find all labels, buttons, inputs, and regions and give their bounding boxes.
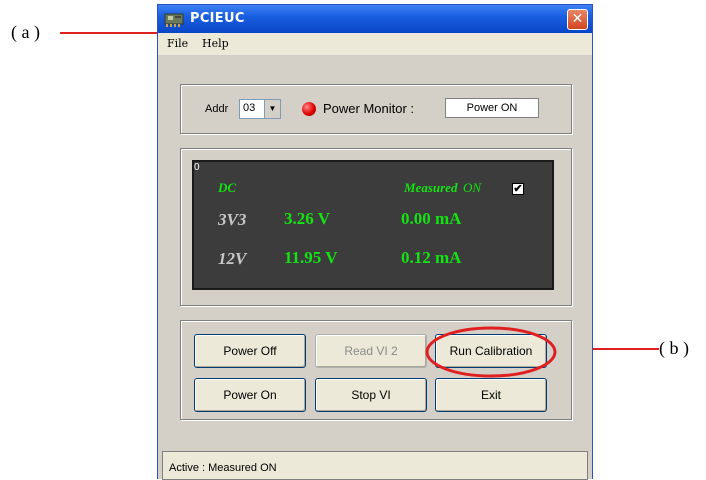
callout-b-label: ( b ) — [659, 338, 689, 358]
status-text: Active : Measured ON — [169, 462, 277, 474]
addr-label: Addr — [205, 103, 229, 115]
measured-checkbox[interactable]: ✔ — [512, 183, 524, 195]
power-off-button[interactable]: Power Off — [194, 334, 306, 368]
power-led-indicator — [302, 102, 316, 116]
title-bar[interactable]: PCIEUC ✕ — [158, 5, 592, 33]
rail-12v-label: 12V — [218, 249, 247, 268]
rail-3v3-voltage: 3.26 V — [284, 209, 330, 228]
close-button[interactable]: ✕ — [567, 9, 588, 30]
menu-bar: File Help — [158, 33, 592, 55]
menu-help[interactable]: Help — [202, 37, 229, 50]
measurement-display: 0 DC Measured ON ✔ 3V3 3.26 V 0.00 mA 12… — [192, 160, 554, 290]
run-calibration-highlight — [425, 326, 557, 378]
app-window: PCIEUC ✕ File Help Addr 03 ▼ Power Monit… — [157, 4, 593, 480]
read-vi-button[interactable]: Read VI 2 — [315, 334, 427, 368]
addr-value: 03 — [243, 102, 256, 114]
power-monitor-field: Power ON — [445, 98, 539, 118]
rail-12v-current: 0.12 mA — [401, 248, 462, 267]
addr-select[interactable]: 03 ▼ — [239, 99, 281, 119]
display-corner-mark: 0 — [194, 162, 200, 173]
power-monitor-label: Power Monitor : — [323, 101, 415, 116]
window-title: PCIEUC — [190, 11, 245, 26]
callout-a-label: ( a ) — [11, 22, 40, 42]
app-icon — [164, 13, 184, 27]
exit-button[interactable]: Exit — [435, 378, 547, 412]
measured-label: Measured — [404, 180, 458, 195]
dc-label: DC — [218, 180, 237, 195]
on-label: ON — [463, 180, 482, 195]
chevron-down-icon[interactable]: ▼ — [264, 100, 280, 118]
status-bar: Active : Measured ON — [162, 451, 588, 480]
rail-12v-voltage: 11.95 V — [284, 248, 338, 267]
power-on-button[interactable]: Power On — [194, 378, 306, 412]
address-panel: Addr 03 ▼ Power Monitor : Power ON — [180, 84, 572, 134]
stop-vi-button[interactable]: Stop VI — [315, 378, 427, 412]
rail-3v3-current: 0.00 mA — [401, 209, 462, 228]
menu-file[interactable]: File — [167, 37, 188, 50]
rail-3v3-label: 3V3 — [218, 210, 247, 229]
callout-a-arrow-line — [60, 32, 160, 34]
